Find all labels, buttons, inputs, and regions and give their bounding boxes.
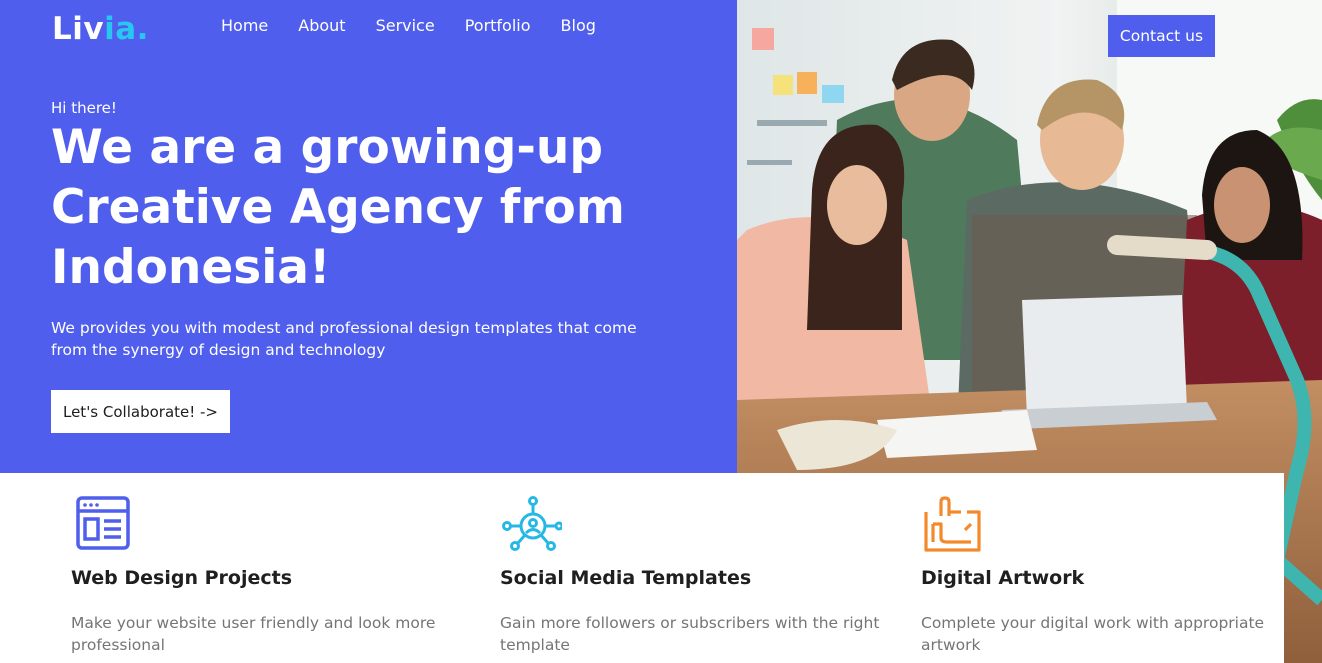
browser-layout-icon: [71, 494, 133, 556]
document-pen-icon: [921, 494, 983, 556]
service-description: Complete your digital work with appropri…: [921, 614, 1265, 654]
hero-headline: We are a growing-up Creative Agency from…: [51, 120, 625, 295]
brand-dot: .: [136, 11, 149, 47]
network-user-icon: [500, 494, 564, 556]
hero-eyebrow: Hi there!: [51, 99, 117, 117]
service-card-web-design: Web Design Projects Make your website us…: [71, 473, 461, 663]
brand-logo[interactable]: Livia.: [52, 11, 149, 47]
nav-item-about[interactable]: About: [298, 16, 345, 36]
services-section: Web Design Projects Make your website us…: [0, 473, 1284, 663]
service-description: Gain more followers or subscribers with …: [500, 614, 880, 654]
service-card-social-media: Social Media Templates Gain more followe…: [500, 473, 890, 663]
main-nav: Home About Service Portfolio Blog: [221, 16, 626, 36]
contact-us-button[interactable]: Contact us: [1108, 15, 1215, 57]
collaborate-button[interactable]: Let's Collaborate! ->: [51, 390, 230, 433]
service-title: Web Design Projects: [71, 567, 293, 589]
brand-name-part1: Liv: [52, 11, 105, 47]
nav-item-blog[interactable]: Blog: [561, 16, 596, 36]
service-title: Digital Artwork: [921, 567, 1085, 589]
service-description: Make your website user friendly and look…: [71, 614, 436, 654]
nav-item-service[interactable]: Service: [376, 16, 435, 36]
nav-item-portfolio[interactable]: Portfolio: [465, 16, 531, 36]
brand-name-part2: ia: [104, 11, 137, 47]
nav-item-home[interactable]: Home: [221, 16, 268, 36]
service-title: Social Media Templates: [500, 567, 752, 589]
service-card-digital-artwork: Digital Artwork Complete your digital wo…: [921, 473, 1311, 663]
hero-description: We provides you with modest and professi…: [51, 319, 637, 359]
